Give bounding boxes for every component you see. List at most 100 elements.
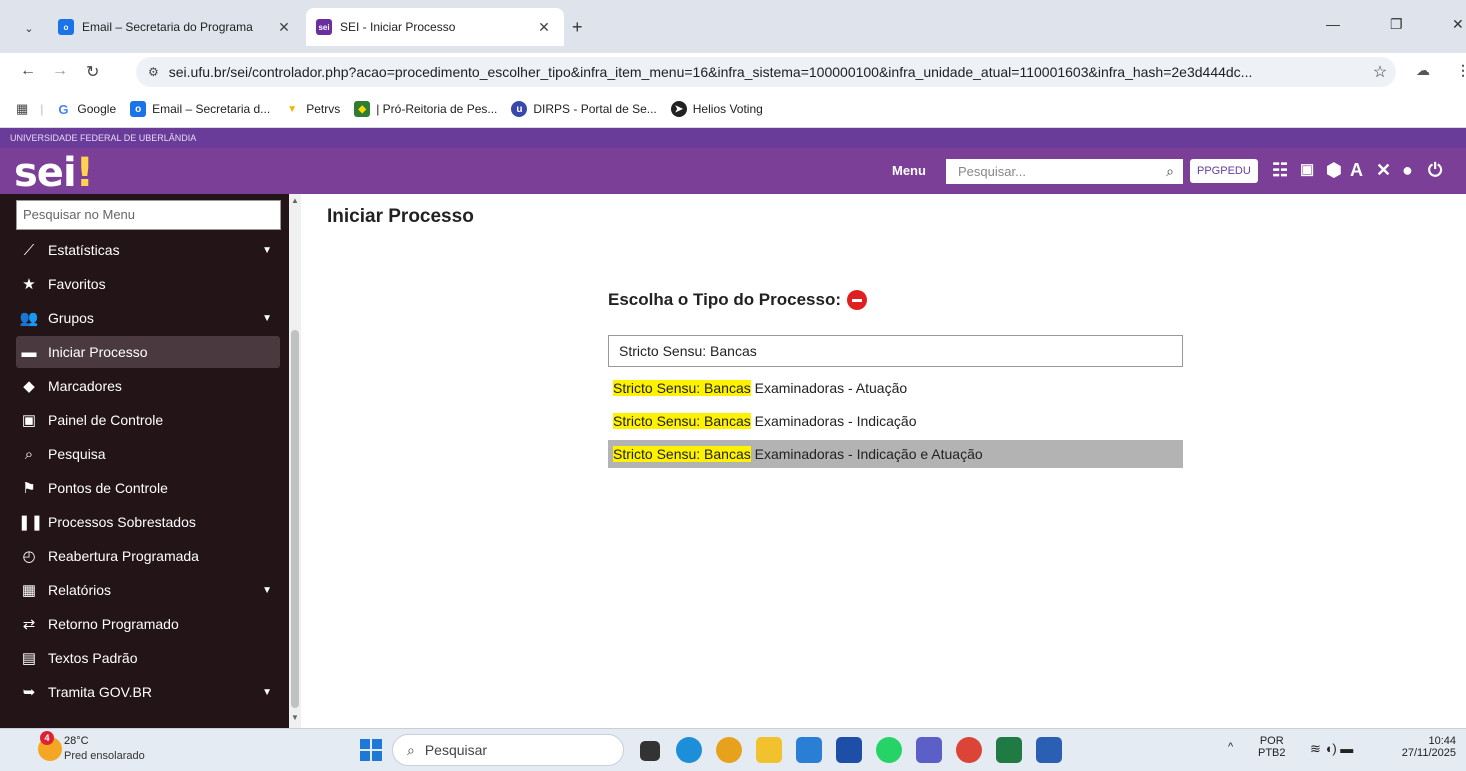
helios-icon: ➤ [670,101,687,117]
bookmark-divider: | [40,102,44,116]
teams-icon[interactable] [916,737,942,763]
restore-icon[interactable]: ❐ [1390,16,1403,33]
bookmark-dirps[interactable]: u DIRPS - Portal de Se... [511,101,657,117]
process-type-filter-input[interactable]: Stricto Sensu: Bancas [608,335,1183,367]
weather-description: Pred ensolarado [64,750,145,762]
bookmark-email[interactable]: o Email – Secretaria d... [130,101,270,117]
taskbar-search-input[interactable]: ⌕ Pesquisar [392,734,624,766]
task-view-icon[interactable] [640,741,660,761]
search-icon[interactable]: ⌕ [1157,163,1183,180]
mail-icon[interactable] [796,737,822,763]
notification-badge-icon[interactable]: ⬢ [1326,160,1342,181]
table-icon: ▦ [21,582,37,599]
sidebar-item[interactable]: ▦ Relatórios ▼ [16,574,280,606]
bookmark-star-icon[interactable]: ☆ [1364,62,1396,82]
excel-icon[interactable] [996,737,1022,763]
list-view-icon[interactable]: ☷ [1272,160,1288,181]
page-title: Iniciar Processo [327,206,474,227]
chrome-icon[interactable] [956,737,982,763]
close-window-icon[interactable]: ✕ [1452,16,1464,33]
pause-icon: ❚❚ [18,514,44,531]
sidebar-item-label: Relatórios [48,582,112,598]
bookmark-petrvs[interactable]: ▼ Petrvs [284,101,340,117]
wifi-volume-battery-icons[interactable]: ≋ ◖) ▬ [1310,741,1353,757]
store-icon[interactable] [836,737,862,763]
sidebar-item[interactable]: ▬ Iniciar Processo [16,336,280,368]
new-tab-button[interactable]: + [572,17,583,38]
edge-icon[interactable] [676,737,702,763]
chevron-down-icon[interactable]: ▼ [262,585,272,596]
sidebar-item[interactable]: ➥ Tramita GOV.BR ▼ [16,676,280,708]
bookmark-pro-reitoria[interactable]: ◆ | Pró-Reitoria de Pes... [354,101,497,117]
sidebar-item[interactable]: ❚❚ Processos Sobrestados [16,506,280,538]
chevron-down-icon[interactable]: ▼ [262,313,272,324]
logo-dot: ! [75,150,94,196]
logout-icon[interactable]: ⏻ [1428,160,1442,181]
file-explorer-icon[interactable] [756,737,782,763]
reload-icon[interactable]: ↻ [86,62,99,82]
tag-icon: ◆ [23,378,35,395]
site-info-icon[interactable]: ⚙ [148,65,159,79]
extension-icon[interactable]: ☁ [1416,62,1430,79]
menu-search-input[interactable]: Pesquisar no Menu [16,200,281,230]
url-field[interactable]: ⚙ sei.ufu.br/sei/controlador.php?acao=pr… [136,57,1396,87]
close-tab-icon[interactable]: ✕ [274,19,294,36]
logo-text: sei [14,150,77,196]
close-tab-icon[interactable]: ✕ [534,19,554,36]
sei-logo[interactable]: sei! [14,150,94,196]
unit-selector-button[interactable]: PPGPEDU [1190,159,1258,183]
browser-tab-bar: ⌄ o Email – Secretaria do Programa ✕ sei… [0,0,1466,53]
outlook-icon: o [58,19,74,35]
chevron-down-icon[interactable]: ▼ [262,245,272,256]
bookmark-label: Helios Voting [692,102,763,116]
sidebar-item[interactable]: ⌕ Pesquisa [16,438,280,470]
sidebar-item[interactable]: ⇄ Retorno Programado [16,608,280,640]
bookmark-google[interactable]: G Google [55,101,116,117]
remove-filter-icon[interactable] [847,290,868,310]
menu-toggle-button[interactable]: Menu [892,163,926,178]
header-search-input[interactable]: Pesquisar... ⌕ [946,159,1183,184]
process-type-option-hovered[interactable]: Stricto Sensu: Bancas Examinadoras - Ind… [608,440,1183,468]
tab-search-dropdown-icon[interactable]: ⌄ [18,18,40,40]
browser-tab-sei[interactable]: sei SEI - Iniciar Processo ✕ [306,8,564,46]
control-panel-icon[interactable]: ▣ [1300,160,1314,178]
apps-grid-icon[interactable]: ▦ [16,101,28,117]
weather-temperature: 28°C [64,735,89,747]
sidebar-item[interactable]: ⟋ Estatísticas ▼ [16,234,280,266]
bookmark-helios[interactable]: ➤ Helios Voting [670,101,763,117]
minimize-icon[interactable]: — [1326,16,1340,32]
word-icon[interactable] [1036,737,1062,763]
sidebar-item[interactable]: 👥 Grupos ▼ [16,302,280,334]
sidebar-item-label: Favoritos [48,276,106,292]
browser-menu-icon[interactable]: ⋮ [1456,62,1466,79]
user-icon[interactable]: ● [1402,160,1413,181]
font-size-icon[interactable]: A [1350,160,1363,181]
sidebar-item[interactable]: ⚑ Pontos de Controle [16,472,280,504]
chevron-down-icon[interactable]: ▼ [262,687,272,698]
sidebar-item[interactable]: ▣ Painel de Controle [16,404,280,436]
sidebar-item[interactable]: ◴ Reabertura Programada [16,540,280,572]
sidebar-item[interactable]: ▤ Textos Padrão [16,642,280,674]
chrome-profile-icon[interactable] [716,737,742,763]
input-language[interactable]: POR PTB2 [1258,735,1286,759]
process-type-option[interactable]: Stricto Sensu: Bancas Examinadoras - Atu… [608,374,1183,402]
forward-icon[interactable]: → [52,62,68,80]
sidebar-item-label: Estatísticas [48,242,120,258]
swap-arrows-icon: ⇄ [22,616,36,633]
back-icon[interactable]: ← [20,62,36,80]
clock[interactable]: 10:44 27/11/2025 [1400,735,1456,759]
scroll-down-icon[interactable]: ▼ [291,713,299,722]
process-type-option[interactable]: Stricto Sensu: Bancas Examinadoras - Ind… [608,407,1183,435]
tools-icon[interactable]: ✕ [1376,160,1391,181]
address-bar-row: ← → ↻ ⚙ sei.ufu.br/sei/controlador.php?a… [0,53,1466,91]
whatsapp-icon[interactable] [876,737,902,763]
scroll-up-icon[interactable]: ▲ [291,196,299,205]
group-icon: 👥 [19,310,39,327]
sidebar-scroll-thumb[interactable] [291,330,299,708]
sidebar-item[interactable]: ★ Favoritos [16,268,280,300]
sidebar-item[interactable]: ◆ Marcadores [16,370,280,402]
petrvs-icon: ▼ [284,101,301,117]
browser-tab-email[interactable]: o Email – Secretaria do Programa ✕ [48,8,304,46]
show-hidden-icons[interactable]: ^ [1228,741,1233,753]
windows-start-icon[interactable] [360,739,382,761]
